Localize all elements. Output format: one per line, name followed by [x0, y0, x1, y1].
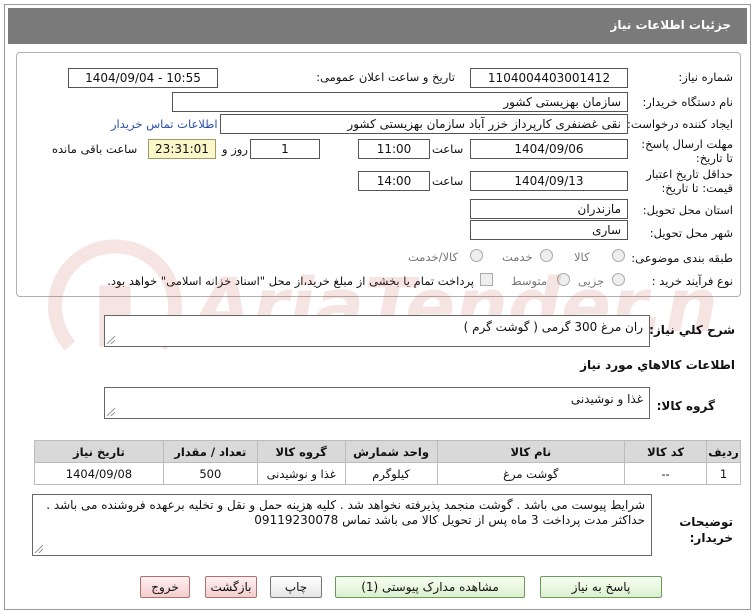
announce-datetime-field[interactable]: 1404/09/04 - 10:55: [68, 68, 218, 88]
col-header-goods-group: گروه کالا: [256, 440, 346, 463]
cell-quantity: 500: [162, 462, 258, 485]
buyer-notes-textarea[interactable]: شرایط پیوست می باشد . گوشت منجمد پذیرفته…: [32, 494, 652, 556]
buyer-org-field[interactable]: سازمان بهزیستی کشور: [172, 92, 628, 112]
process-option-minor: جزیی: [578, 274, 605, 288]
buyer-contact-link[interactable]: اطلاعات تماس خریدار: [111, 117, 218, 131]
process-radio-medium[interactable]: [557, 273, 570, 286]
treasury-payment-checkbox[interactable]: [480, 273, 493, 286]
col-header-need-date: تاریخ نیاز: [34, 440, 164, 463]
goods-group-text: غذا و نوشیدنی: [570, 392, 643, 406]
deadline-time-label: ساعت: [432, 142, 464, 156]
category-label: طبقه بندی موضوعی:: [631, 251, 733, 265]
category-radio-goods-service[interactable]: [470, 249, 483, 262]
city-field[interactable]: ساری: [470, 220, 628, 240]
cell-unit: کیلوگرم: [344, 462, 438, 485]
process-option-medium: متوسط: [511, 274, 548, 288]
summary-textarea[interactable]: ران مرغ 300 گرمی ( گوشت گرم ): [104, 315, 650, 347]
table-row[interactable]: 1 -- گوشت مرغ کیلوگرم غذا و نوشیدنی 500 …: [34, 462, 741, 485]
creator-label: ایجاد کننده درخواست:: [627, 117, 733, 131]
goods-group-label: گروه کالا:: [656, 399, 715, 413]
goods-section-title: اطلاعات كالاهاي مورد نياز: [580, 358, 735, 372]
resize-grip-icon[interactable]: [107, 408, 115, 416]
cell-goods-code: --: [624, 462, 708, 485]
summary-text: ران مرغ 300 گرمی ( گوشت گرم ): [463, 320, 643, 334]
remaining-time-label: ساعت باقی مانده: [52, 142, 138, 156]
goods-group-textarea[interactable]: غذا و نوشیدنی: [104, 387, 650, 419]
exit-button[interactable]: خروج: [140, 576, 190, 598]
col-header-quantity: تعداد / مقدار: [162, 440, 258, 463]
city-label: شهر محل تحویل:: [649, 226, 733, 240]
cell-need-date: 1404/09/08: [34, 462, 164, 485]
creator-field[interactable]: نقی غضنفری کارپرداز خزر آباد سازمان بهزی…: [220, 114, 628, 134]
category-radio-service[interactable]: [540, 249, 553, 262]
title-bar: جزئیات اطلاعات نیاز: [8, 8, 747, 44]
process-type-label: نوع فرآیند خرید :: [651, 274, 733, 288]
remaining-time-field: 23:31:01: [148, 139, 216, 159]
deadline-date-field[interactable]: 1404/09/06: [470, 139, 628, 159]
cell-goods-group: غذا و نوشیدنی: [256, 462, 346, 485]
validity-time-label: ساعت: [432, 174, 464, 188]
col-header-unit: واحد شمارش: [344, 440, 438, 463]
category-option-service: خدمت: [502, 250, 533, 264]
goods-table-header: ردیف کد کالا نام کالا واحد شمارش گروه کا…: [34, 440, 741, 463]
buyer-notes-text: شرایط پیوست می باشد . گوشت منجمد پذیرفته…: [46, 498, 645, 527]
category-radio-goods[interactable]: [612, 249, 625, 262]
col-header-row-number: ردیف: [706, 440, 741, 463]
reply-to-need-button[interactable]: پاسخ به نیاز: [540, 576, 662, 598]
back-button[interactable]: بازگشت: [205, 576, 257, 598]
category-option-goods-service: کالا/خدمت: [408, 250, 459, 264]
buyer-org-label: نام دستگاه خریدار:: [642, 95, 733, 109]
resize-grip-icon[interactable]: [107, 336, 115, 344]
announce-label: تاریخ و ساعت اعلان عمومی:: [316, 70, 455, 84]
cell-row-number: 1: [706, 462, 741, 485]
cell-goods-name: گوشت مرغ: [436, 462, 626, 485]
goods-table: ردیف کد کالا نام کالا واحد شمارش گروه کا…: [34, 440, 741, 485]
col-header-goods-code: کد کالا: [624, 440, 708, 463]
need-number-label: شماره نیاز:: [678, 70, 733, 84]
validity-time-field[interactable]: 14:00: [358, 171, 430, 191]
days-label: روز و: [222, 142, 248, 156]
need-number-field[interactable]: 1104004403001412: [470, 68, 628, 88]
deadline-time-field[interactable]: 11:00: [358, 139, 430, 159]
print-button[interactable]: چاپ: [270, 576, 322, 598]
summary-label: شرح كلي نياز:: [649, 323, 735, 337]
treasury-payment-note: پرداخت تمام یا بخشی از مبلغ خرید،از محل …: [107, 274, 474, 288]
province-label: استان محل تحویل:: [642, 203, 733, 217]
view-attachments-button[interactable]: مشاهده مدارک پیوستی (1): [335, 576, 525, 598]
page-title: جزئیات اطلاعات نیاز: [610, 18, 731, 32]
validity-date-field[interactable]: 1404/09/13: [470, 171, 628, 191]
resize-grip-icon[interactable]: [35, 545, 43, 553]
days-remaining-field[interactable]: 1: [250, 139, 320, 159]
validity-label: حداقل تاریخ اعتبار قیمت: تا تاریخ:: [646, 167, 733, 195]
process-radio-minor[interactable]: [612, 273, 625, 286]
col-header-goods-name: نام کالا: [436, 440, 626, 463]
buyer-notes-label: توضیحات خریدار:: [679, 515, 733, 545]
deadline-label: مهلت ارسال پاسخ: تا تاریخ:: [641, 137, 733, 165]
province-field[interactable]: مازندران: [470, 199, 628, 219]
category-option-goods: کالا: [574, 250, 590, 264]
